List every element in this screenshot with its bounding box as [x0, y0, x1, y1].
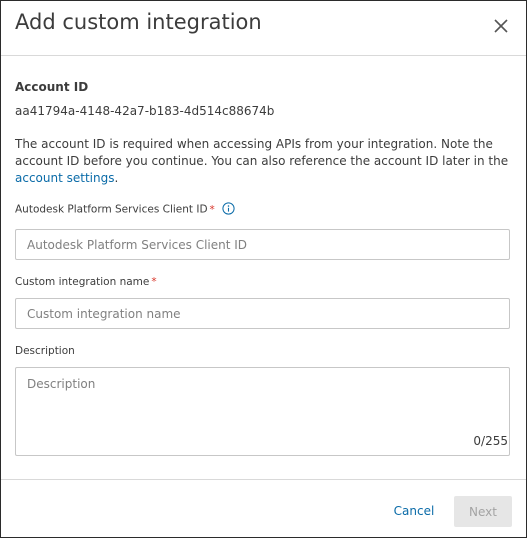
client-id-input[interactable]	[15, 229, 510, 260]
integration-name-input[interactable]	[15, 298, 510, 329]
dialog-header: Add custom integration	[1, 1, 526, 56]
close-button[interactable]	[489, 14, 513, 38]
info-icon[interactable]	[222, 202, 235, 215]
integration-name-label-text: Custom integration name	[15, 276, 150, 288]
description-textarea[interactable]	[15, 367, 510, 456]
add-integration-dialog: Add custom integration Account ID aa4179…	[0, 0, 527, 538]
close-icon	[494, 19, 508, 33]
account-id-note: The account ID is required when accessin…	[15, 136, 512, 187]
next-button[interactable]: Next	[454, 496, 512, 527]
dialog-footer: Cancel Next	[1, 479, 526, 538]
client-id-required-marker: *	[209, 203, 215, 216]
integration-name-label: Custom integration name *	[15, 276, 157, 288]
cancel-button[interactable]: Cancel	[379, 496, 449, 526]
description-label: Description	[15, 345, 75, 357]
client-id-label-text: Autodesk Platform Services Client ID	[15, 203, 208, 216]
client-id-label: Autodesk Platform Services Client ID *	[15, 202, 235, 216]
description-char-counter: 0/255	[473, 434, 508, 448]
account-note-end: .	[114, 171, 119, 185]
account-note-text: The account ID is required when accessin…	[15, 137, 509, 168]
account-id-value: aa41794a-4148-42a7-b183-4d514c88674b	[15, 104, 275, 118]
dialog-title: Add custom integration	[15, 10, 262, 34]
account-settings-link[interactable]: account settings	[15, 171, 114, 185]
integration-name-required-marker: *	[151, 276, 157, 288]
account-id-heading: Account ID	[15, 80, 89, 94]
